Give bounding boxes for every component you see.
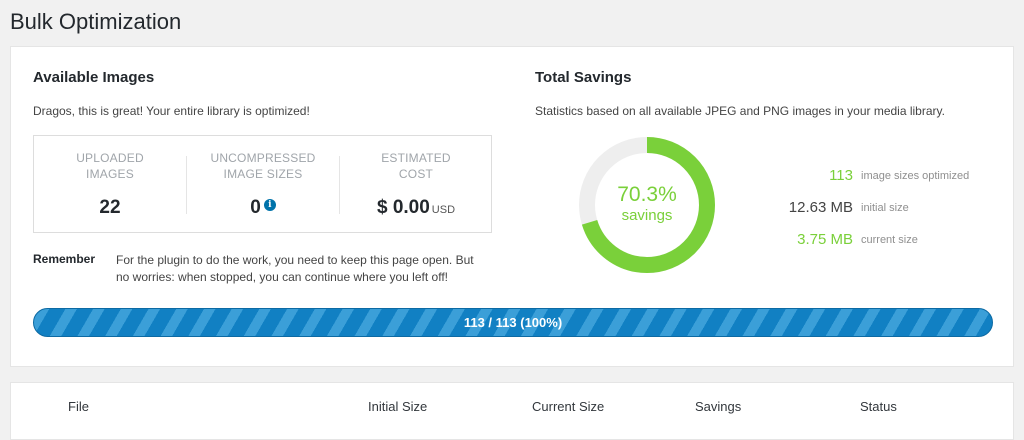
stat-label: ESTIMATED COST <box>381 151 451 181</box>
column-file: File <box>68 399 89 414</box>
stat-value: 0 <box>250 197 261 218</box>
column-current-size: Current Size <box>532 399 605 414</box>
savings-percent: 70.3% <box>617 183 677 206</box>
image-stats-box: UPLOADED IMAGES 22 UNCOMPRESSED IMAGE SI… <box>33 135 492 233</box>
total-savings-heading: Total Savings <box>535 69 632 86</box>
stat-estimated-cost: ESTIMATED COST $ 0.00 USD <box>340 150 492 220</box>
column-savings: Savings <box>695 399 742 414</box>
initial-size-value: 12.63 MB <box>788 199 853 216</box>
current-size-label: current size <box>861 234 918 246</box>
optimized-count: 113 <box>829 167 853 184</box>
stat-value-wrap: $ 0.00 USD <box>340 197 492 219</box>
available-images-heading: Available Images <box>33 69 155 86</box>
stat-value: $ 0.00 <box>376 197 430 218</box>
current-size-value: 3.75 MB <box>797 231 853 248</box>
savings-row-optimized: 113 image sizes optimized <box>741 167 1011 187</box>
currency-unit: USD <box>431 204 456 216</box>
stat-value: 22 <box>99 197 121 218</box>
remember-text: For the plugin to do the work, you need … <box>116 253 474 284</box>
remember-label: Remember <box>33 252 96 266</box>
stat-label: UPLOADED IMAGES <box>76 151 144 181</box>
initial-size-label: initial size <box>861 202 909 214</box>
savings-row-current: 3.75 MB current size <box>741 231 1011 251</box>
savings-ring-label: 70.3% savings <box>577 183 717 225</box>
column-initial-size: Initial Size <box>368 399 428 414</box>
progress-text: 113 / 113 (100%) <box>463 315 563 330</box>
optimization-progress-bar: 113 / 113 (100%) <box>33 308 993 337</box>
library-status-message: Dragos, this is great! Your entire libra… <box>33 104 310 118</box>
stat-label: UNCOMPRESSED IMAGE SIZES <box>210 151 316 181</box>
stat-uploaded-images: UPLOADED IMAGES 22 <box>34 150 186 220</box>
savings-description: Statistics based on all available JPEG a… <box>535 104 945 118</box>
info-icon[interactable]: i <box>263 199 276 211</box>
savings-row-initial: 12.63 MB initial size <box>741 199 1011 219</box>
optimized-label: image sizes optimized <box>861 170 970 182</box>
bulk-optimization-panel: Available Images Dragos, this is great! … <box>10 46 1014 367</box>
page-title: Bulk Optimization <box>10 9 182 34</box>
column-status: Status <box>860 399 897 414</box>
savings-word: savings <box>621 207 673 224</box>
results-table-header: File Initial Size Current Size Savings S… <box>10 382 1014 440</box>
stat-uncompressed-sizes: UNCOMPRESSED IMAGE SIZES 0i <box>187 150 339 220</box>
stat-value-wrap: 0i <box>187 197 339 219</box>
